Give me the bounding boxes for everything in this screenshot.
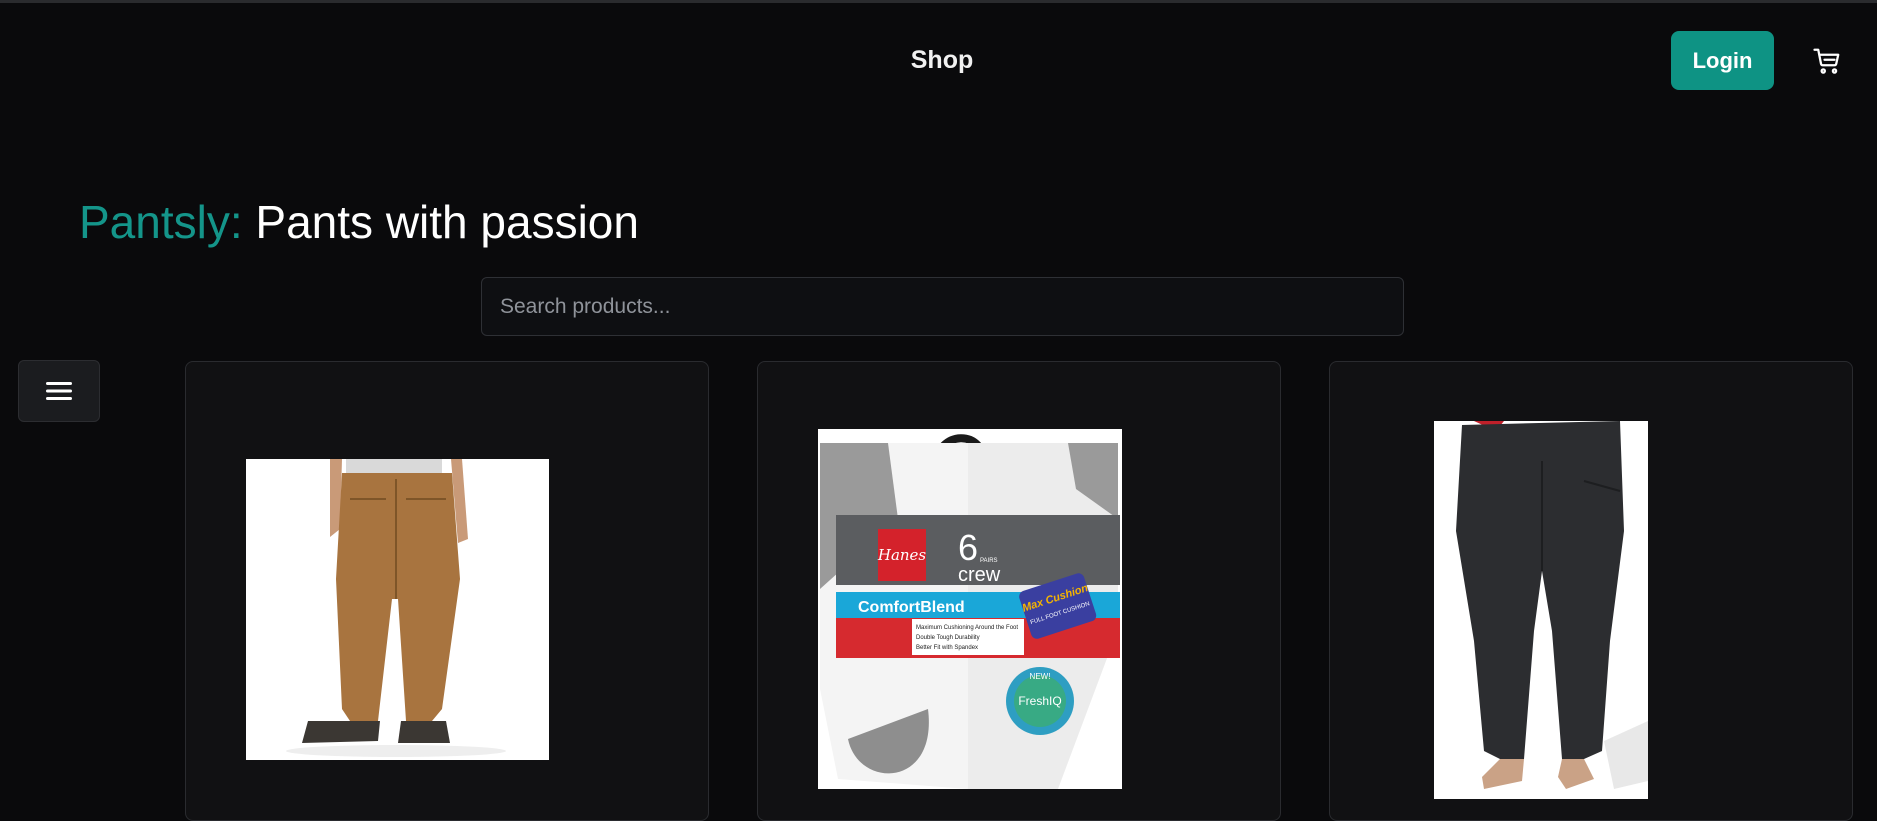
tagline: Pants with passion bbox=[255, 196, 639, 248]
socks-image: Hanes 6 PAIRS crew ComfortBlend Maximum … bbox=[818, 429, 1122, 789]
cart-button[interactable] bbox=[1810, 44, 1844, 78]
top-border bbox=[0, 0, 1877, 3]
hamburger-menu-icon bbox=[46, 382, 72, 400]
page-title: Pantsly: Pants with passion bbox=[79, 195, 639, 249]
sidebar-toggle-button[interactable] bbox=[18, 360, 100, 422]
product-image[interactable]: Hanes 6 PAIRS crew ComfortBlend Maximum … bbox=[818, 429, 1122, 789]
product-card[interactable] bbox=[185, 361, 709, 821]
product-image[interactable] bbox=[246, 459, 549, 760]
product-image[interactable] bbox=[1434, 421, 1648, 799]
feature-2-text: Double Tough Durability bbox=[916, 635, 980, 641]
login-button[interactable]: Login bbox=[1671, 31, 1774, 90]
tech-text: FreshIQ bbox=[1018, 694, 1061, 708]
shopping-cart-icon bbox=[1813, 48, 1840, 74]
feature-1-text: Maximum Cushioning Around the Foot bbox=[916, 625, 1018, 631]
product-card[interactable]: Hanes 6 PAIRS crew ComfortBlend Maximum … bbox=[757, 361, 1281, 821]
search-input[interactable] bbox=[481, 277, 1404, 336]
pants-image bbox=[246, 459, 549, 760]
leggings-image bbox=[1434, 421, 1648, 799]
new-text: NEW! bbox=[1030, 672, 1051, 681]
brand-name: Pantsly: bbox=[79, 196, 243, 248]
pack-count-text: 6 bbox=[958, 527, 978, 568]
hanes-logo-text: Hanes bbox=[877, 546, 927, 564]
nav-shop-link[interactable]: Shop bbox=[0, 46, 1877, 75]
product-line-text: ComfortBlend bbox=[858, 599, 965, 616]
style-text: crew bbox=[958, 564, 1001, 586]
product-card[interactable] bbox=[1329, 361, 1853, 821]
feature-3-text: Better Fit with Spandex bbox=[916, 645, 978, 651]
